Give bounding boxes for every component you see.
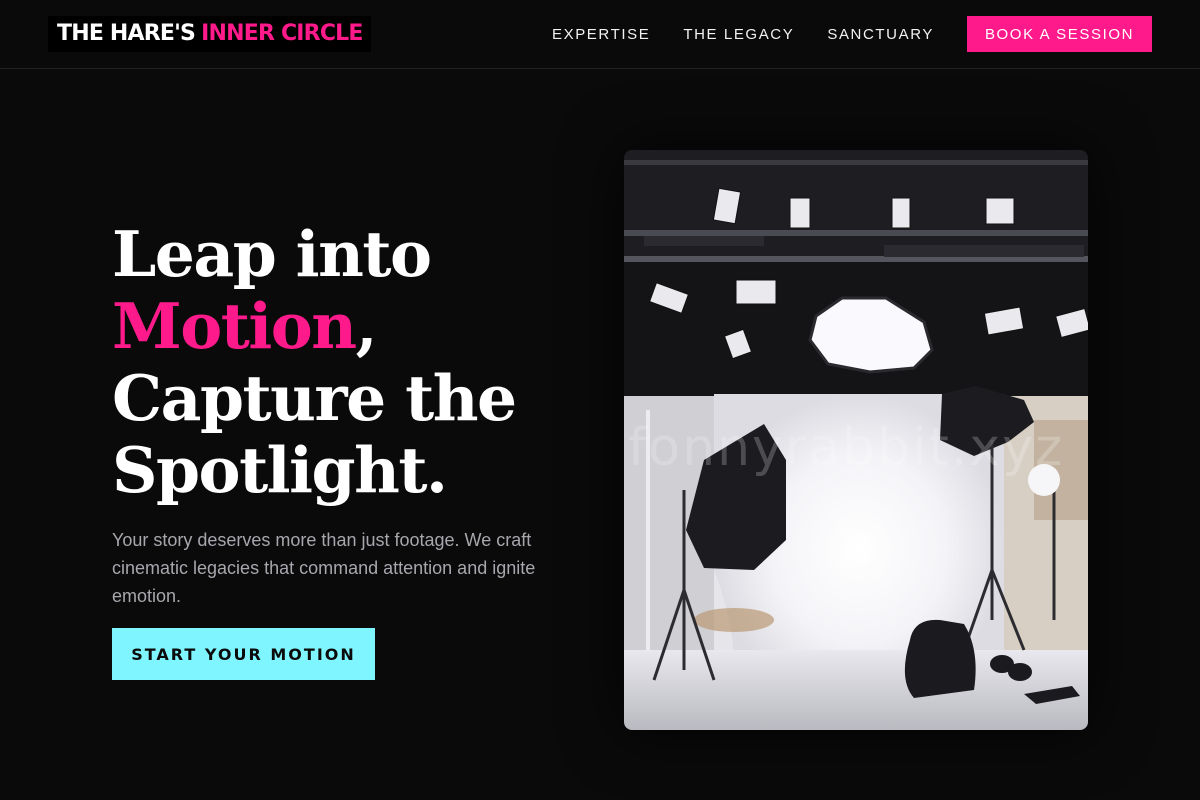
hero-title-comma: , [355,289,378,363]
hero-title-line1: Leap into [112,217,432,291]
hero-title-line4: Spotlight. [112,433,448,507]
logo-main-text: THE HARE'S [57,21,196,46]
logo[interactable]: THE HARE'S INNER CIRCLE [48,16,371,52]
hero-title: Leap into Motion, Capture the Spotlight. [112,218,592,506]
start-motion-button[interactable]: START YOUR MOTION [112,628,375,680]
hero-title-accent: Motion [112,289,357,363]
main-nav: EXPERTISE THE LEGACY SANCTUARY BOOK A SE… [552,16,1152,52]
book-session-button[interactable]: BOOK A SESSION [967,16,1152,52]
nav-link-expertise[interactable]: EXPERTISE [552,26,650,43]
logo-accent-text: INNER CIRCLE [201,21,363,46]
nav-link-sanctuary[interactable]: SANCTUARY [827,26,934,43]
site-header: THE HARE'S INNER CIRCLE EXPERTISE THE LE… [0,0,1200,69]
nav-link-legacy[interactable]: THE LEGACY [683,26,794,43]
hero-subtitle: Your story deserves more than just foota… [112,530,536,606]
photo-watermark: fonnyrabbit.xyz [628,418,1065,478]
hero-title-line3: Capture the [112,361,517,435]
